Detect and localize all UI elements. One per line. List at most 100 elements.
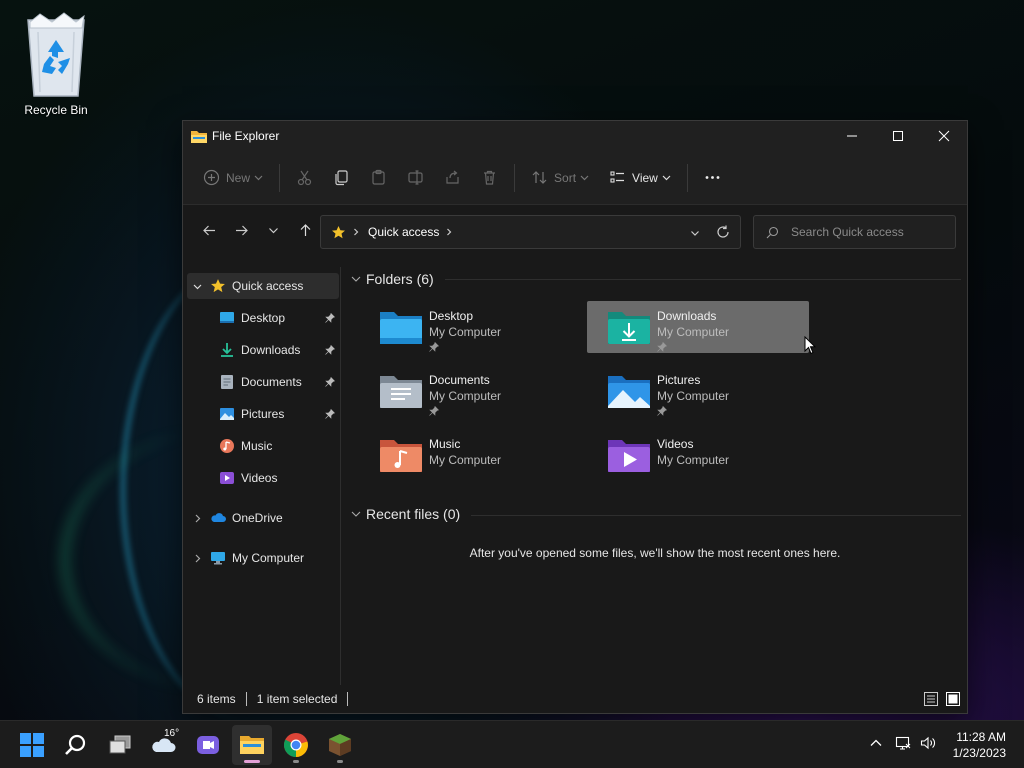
file-explorer-icon xyxy=(240,736,264,754)
delete-icon xyxy=(484,170,496,185)
chevron-down-icon[interactable] xyxy=(193,282,202,291)
title-bar[interactable]: File Explorer xyxy=(183,121,967,151)
recycle-bin-icon xyxy=(27,12,85,97)
folder-tile-desktop[interactable]: Desktop My Computer xyxy=(359,301,581,353)
folders-section-header[interactable]: Folders (6) xyxy=(351,271,434,287)
pin-icon xyxy=(325,377,335,387)
chevron-down-icon xyxy=(351,511,361,517)
search-button[interactable] xyxy=(56,725,96,765)
sidebar-item-my-computer[interactable]: My Computer xyxy=(187,545,339,571)
refresh-icon[interactable] xyxy=(716,225,730,239)
chrome-button[interactable] xyxy=(276,725,316,765)
view-button[interactable]: View xyxy=(599,162,681,194)
taskbar-clock[interactable]: 11:28 AM 1/23/2023 xyxy=(953,729,1006,761)
search-icon xyxy=(766,226,779,238)
toolbar-divider xyxy=(279,163,281,192)
sidebar-item-label: OneDrive xyxy=(232,511,283,525)
cut-button[interactable] xyxy=(286,162,323,194)
sidebar-item-onedrive[interactable]: OneDrive xyxy=(187,505,339,531)
chevron-right-icon[interactable] xyxy=(193,514,202,523)
folder-name: Desktop xyxy=(429,309,474,323)
sidebar-item-pictures[interactable]: Pictures xyxy=(187,401,339,427)
folder-tile-downloads[interactable]: Downloads My Computer xyxy=(587,301,809,353)
sidebar-item-desktop[interactable]: Desktop xyxy=(187,305,339,331)
details-view-icon[interactable] xyxy=(923,691,939,707)
sidebar-item-music[interactable]: Music xyxy=(187,433,339,459)
recent-files-section-header[interactable]: Recent files (0) xyxy=(351,506,460,522)
pin-icon xyxy=(429,342,439,352)
up-button[interactable] xyxy=(289,214,321,246)
folders-header-label: Folders (6) xyxy=(366,271,434,287)
address-dropdown-icon[interactable] xyxy=(690,228,700,238)
more-options-button[interactable] xyxy=(694,162,731,194)
folder-tile-pictures[interactable]: Pictures My Computer xyxy=(587,365,809,417)
section-divider xyxy=(471,515,961,516)
back-button[interactable] xyxy=(193,214,225,246)
show-hidden-icons-button[interactable] xyxy=(868,735,884,751)
folder-tile-music[interactable]: Music My Computer xyxy=(359,429,581,481)
folder-name: Documents xyxy=(429,373,490,387)
paste-button[interactable] xyxy=(360,162,397,194)
star-icon xyxy=(211,279,225,293)
task-view-button[interactable] xyxy=(100,725,140,765)
maximize-icon xyxy=(893,131,903,141)
tiles-view-icon[interactable] xyxy=(945,691,961,707)
sidebar-item-videos[interactable]: Videos xyxy=(187,465,339,491)
chevron-right-icon[interactable] xyxy=(445,228,453,236)
search-box[interactable] xyxy=(753,215,956,249)
copy-button[interactable] xyxy=(323,162,360,194)
folder-location: My Computer xyxy=(429,325,502,339)
volume-button[interactable] xyxy=(920,735,936,751)
sort-icon xyxy=(532,171,547,184)
forward-button[interactable] xyxy=(225,214,257,246)
pin-icon xyxy=(657,342,667,352)
weather-temperature: 16° xyxy=(164,728,180,739)
minimize-button[interactable] xyxy=(829,121,875,151)
item-count: 6 items xyxy=(197,692,236,706)
chat-button[interactable] xyxy=(188,725,228,765)
start-button[interactable] xyxy=(12,725,52,765)
search-input[interactable] xyxy=(791,225,951,239)
close-button[interactable] xyxy=(921,121,967,151)
pin-icon xyxy=(325,313,335,323)
new-icon xyxy=(203,169,220,186)
command-bar: New Sort View xyxy=(183,151,967,205)
sidebar-item-downloads[interactable]: Downloads xyxy=(187,337,339,363)
arrow-left-icon xyxy=(202,225,215,235)
file-explorer-taskbar-button[interactable] xyxy=(232,725,272,765)
documents-icon xyxy=(221,375,233,389)
pictures-icon xyxy=(220,408,234,420)
address-bar[interactable]: Quick access xyxy=(320,215,741,249)
rename-button[interactable] xyxy=(397,162,434,194)
running-indicator xyxy=(293,760,299,763)
sidebar-item-label: Desktop xyxy=(241,311,286,325)
minecraft-icon xyxy=(329,734,351,756)
weather-widget[interactable]: 16° xyxy=(144,725,184,765)
share-button[interactable] xyxy=(434,162,471,194)
chevron-down-icon xyxy=(662,175,671,181)
copy-icon xyxy=(335,170,348,186)
sort-label: Sort xyxy=(554,170,577,185)
arrow-up-icon xyxy=(300,223,310,236)
sidebar-item-documents[interactable]: Documents xyxy=(187,369,339,395)
network-button[interactable] xyxy=(895,735,911,751)
share-icon xyxy=(446,170,459,184)
cloud-icon xyxy=(211,513,226,522)
sidebar-item-quick-access[interactable]: Quick access xyxy=(187,273,339,299)
star-icon xyxy=(332,225,345,238)
folder-tile-documents[interactable]: Documents My Computer xyxy=(359,365,581,417)
pin-icon xyxy=(657,406,667,416)
chevron-right-icon[interactable] xyxy=(193,554,202,563)
sort-button[interactable]: Sort xyxy=(521,162,599,194)
breadcrumb-quick-access[interactable]: Quick access xyxy=(368,225,439,239)
recent-locations-button[interactable] xyxy=(257,214,289,246)
new-button[interactable]: New xyxy=(193,162,273,194)
chevron-right-icon xyxy=(354,228,359,236)
minecraft-button[interactable] xyxy=(320,725,360,765)
maximize-button[interactable] xyxy=(875,121,921,151)
folder-tile-videos[interactable]: Videos My Computer xyxy=(587,429,809,481)
recycle-bin-label: Recycle Bin xyxy=(24,103,88,117)
delete-button[interactable] xyxy=(471,162,508,194)
running-indicator xyxy=(337,760,343,763)
recycle-bin-shortcut[interactable]: Recycle Bin xyxy=(14,8,98,117)
